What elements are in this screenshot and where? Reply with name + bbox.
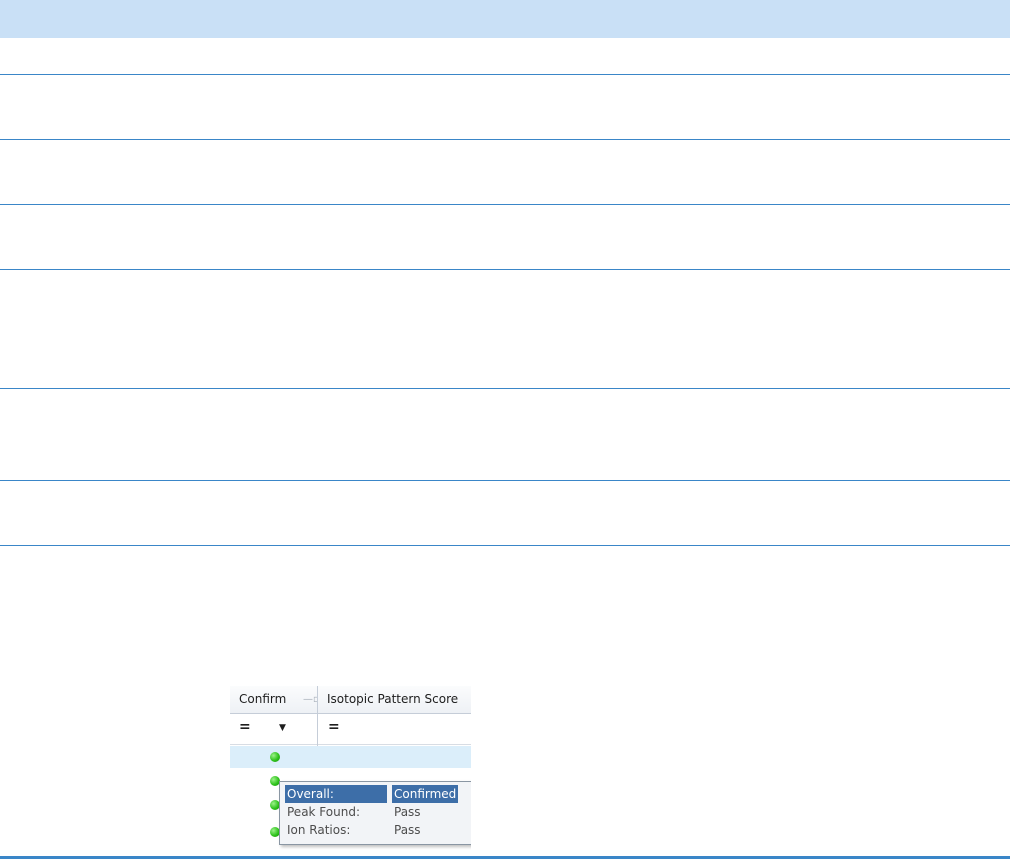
header-band	[0, 0, 1010, 38]
green-dot-icon	[270, 752, 280, 762]
tooltip-row-peak-found: Peak Found: Pass	[280, 803, 471, 821]
equals-operator-icon[interactable]: =	[239, 720, 251, 734]
separator-line	[0, 204, 1010, 205]
bottom-border	[0, 856, 1010, 859]
tooltip-label: Peak Found:	[287, 805, 360, 819]
pin-icon[interactable]: —▫	[303, 686, 317, 713]
separator-line	[0, 139, 1010, 140]
tooltip-row-overall: Overall: Confirmed	[280, 785, 471, 803]
tooltip-label: Ion Ratios:	[287, 823, 351, 837]
separator-line	[0, 74, 1010, 75]
tooltip-value: Pass	[394, 805, 421, 819]
tooltip-row-ion-ratios: Ion Ratios: Pass	[280, 821, 471, 839]
column-header-row: Confirm —▫ Isotopic Pattern Score	[230, 686, 471, 714]
tooltip-value: Pass	[394, 823, 421, 837]
column-header-confirm[interactable]: Confirm —▫	[230, 686, 317, 713]
column-header-isotopic-pattern-score[interactable]: Isotopic Pattern Score	[318, 686, 471, 713]
tooltip-label: Overall:	[285, 785, 387, 803]
results-grid-screenshot: Confirm —▫ Isotopic Pattern Score = ▼ = …	[230, 686, 471, 850]
separator-line	[0, 269, 1010, 270]
separator-line	[0, 480, 1010, 481]
column-header-label: Confirm	[239, 692, 287, 706]
separator-line	[0, 545, 1010, 546]
equals-operator-icon[interactable]: =	[328, 720, 340, 734]
column-header-label: Isotopic Pattern Score	[327, 692, 459, 706]
confirmation-tooltip: Overall: Confirmed Peak Found: Pass Ion …	[279, 781, 471, 845]
column-divider[interactable]	[317, 686, 318, 746]
separator-line	[0, 388, 1010, 389]
tooltip-value: Confirmed	[392, 785, 459, 803]
filter-row: = ▼ =	[230, 714, 471, 745]
dropdown-arrow-icon[interactable]: ▼	[279, 722, 286, 734]
table-row[interactable]	[230, 746, 471, 768]
